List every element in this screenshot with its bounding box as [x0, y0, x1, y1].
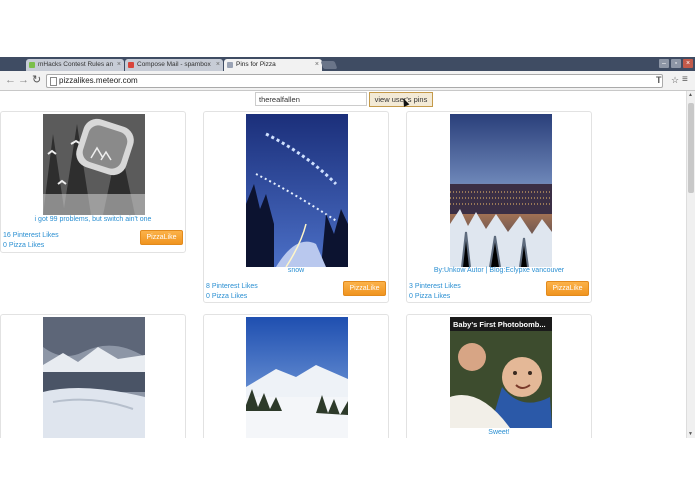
tab-strip: mHacks Contest Rules an × Compose Mail -… [0, 57, 695, 71]
pizzalike-button[interactable]: PizzaLike [546, 281, 589, 296]
tab-compose-mail[interactable]: Compose Mail - spambox × [125, 59, 223, 71]
address-bar[interactable]: pizzalikes.meteor.com [46, 74, 663, 88]
browser-toolbar: ← → ↻ pizzalikes.meteor.com T ☆ ≡ [0, 71, 695, 91]
tab-close-icon[interactable]: × [315, 59, 319, 71]
pin-caption[interactable]: snow [204, 267, 388, 274]
scroll-down-icon[interactable]: ▼ [688, 431, 693, 437]
page-viewport: view user's pins i got 99 problems, but … [0, 91, 686, 438]
pin-card [203, 314, 389, 438]
pizzalike-button[interactable]: PizzaLike [343, 281, 386, 296]
scroll-thumb[interactable] [688, 103, 694, 193]
new-tab-button[interactable] [320, 61, 338, 69]
pinterest-likes: 8 Pinterest Likes [206, 283, 258, 290]
pizzalike-button[interactable]: PizzaLike [140, 230, 183, 245]
close-window-button[interactable]: × [683, 59, 693, 68]
pizza-likes: 0 Pizza Likes [206, 293, 248, 300]
pin-card: snow 8 Pinterest Likes 0 Pizza Likes Piz… [203, 111, 389, 303]
star-icon[interactable]: ☆ [671, 74, 679, 86]
tab-label: mHacks Contest Rules an [38, 61, 114, 68]
menu-icon[interactable]: ≡ [682, 74, 688, 86]
pin-caption[interactable]: Sweet! [407, 429, 591, 436]
username-input[interactable] [255, 92, 367, 106]
page-icon [50, 77, 57, 86]
pizza-likes: 0 Pizza Likes [3, 242, 45, 249]
url-text: pizzalikes.meteor.com [59, 76, 138, 85]
pizza-likes: 0 Pizza Likes [409, 293, 451, 300]
reload-icon[interactable]: ↻ [32, 74, 41, 86]
pin-card [0, 314, 186, 438]
browser-window: mHacks Contest Rules an × Compose Mail -… [0, 57, 695, 438]
tab-pins-for-pizza[interactable]: Pins for Pizza × [224, 59, 322, 71]
pin-card: i got 99 problems, but switch ain't one … [0, 111, 186, 253]
page-scrollbar[interactable]: ▲ ▼ [686, 91, 695, 438]
tab-label: Pins for Pizza [236, 61, 276, 68]
pin-image-vancouver[interactable] [450, 114, 552, 267]
tab-mhacks[interactable]: mHacks Contest Rules an × [26, 59, 124, 71]
pin-card: Baby's First Photobomb... Sweet! [406, 314, 592, 438]
pin-image-snow-lake[interactable] [43, 317, 145, 438]
back-arrow-icon[interactable]: ← [5, 74, 16, 86]
tab-label: Compose Mail - spambox [137, 61, 211, 68]
page-favicon-icon [227, 62, 233, 68]
forward-arrow-icon[interactable]: → [18, 74, 29, 86]
minimize-button[interactable]: – [659, 59, 669, 68]
restore-button[interactable]: ▫ [671, 59, 681, 68]
photo-text: Baby's First Photobomb... [453, 320, 546, 329]
extension-icon[interactable]: T [656, 74, 662, 86]
gmail-favicon-icon [128, 62, 134, 68]
pin-image-snow-night[interactable] [246, 114, 348, 267]
mhacks-favicon-icon [29, 62, 35, 68]
pin-image-baby-photobomb[interactable]: Baby's First Photobomb... [450, 317, 552, 428]
pinterest-likes: 3 Pinterest Likes [409, 283, 461, 290]
pin-image-snow-goggles[interactable] [43, 114, 145, 215]
pin-caption[interactable]: By:Unkow Autor | Blog:Eclypxe vancouver [407, 267, 591, 274]
pin-card: By:Unkow Autor | Blog:Eclypxe vancouver … [406, 111, 592, 303]
pin-caption[interactable]: i got 99 problems, but switch ain't one [1, 216, 185, 223]
scroll-up-icon[interactable]: ▲ [688, 92, 693, 98]
pin-image-snow-mountain[interactable] [246, 317, 348, 438]
pinterest-likes: 16 Pinterest Likes [3, 232, 59, 239]
tab-close-icon[interactable]: × [117, 59, 121, 71]
tab-close-icon[interactable]: × [216, 59, 220, 71]
